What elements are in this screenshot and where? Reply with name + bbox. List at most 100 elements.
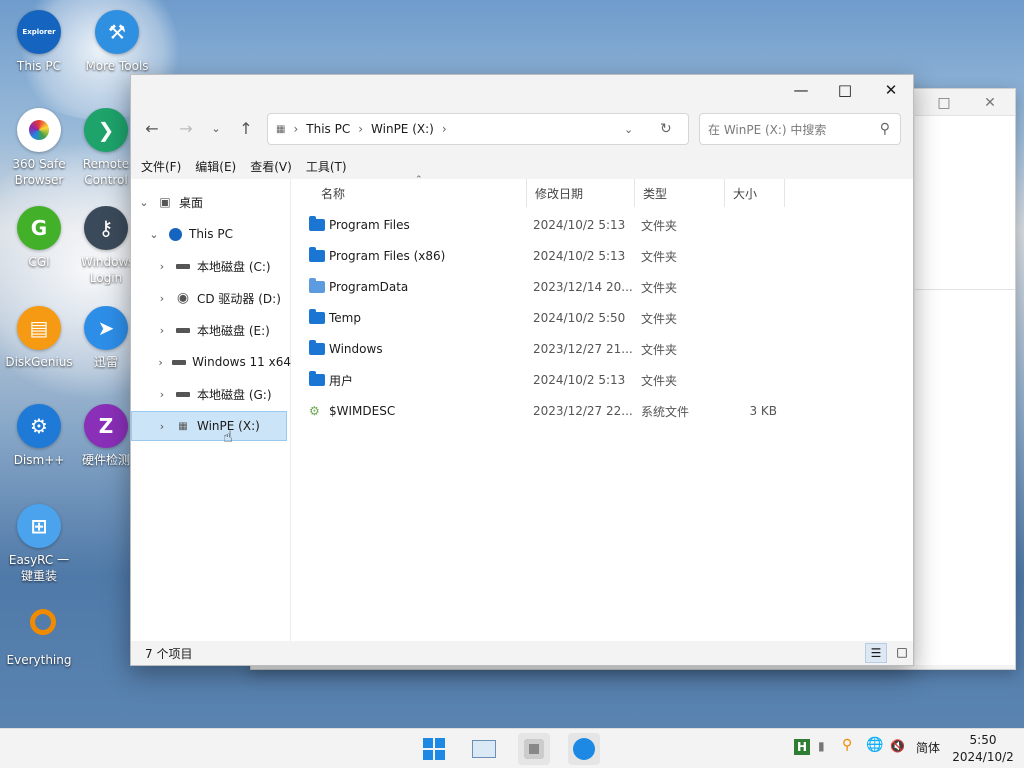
chevron-right-icon[interactable]: › bbox=[155, 260, 169, 273]
menu-file[interactable]: 文件(F) bbox=[141, 158, 181, 175]
column-header-type[interactable]: 类型 bbox=[635, 179, 725, 207]
tree-item-label: CD 驱动器 (D:) bbox=[197, 291, 281, 306]
back-button[interactable]: ← bbox=[139, 117, 165, 141]
search-placeholder: 在 WinPE (X:) 中搜索 bbox=[708, 122, 827, 137]
tree-item-drive-g[interactable]: › 本地磁盘 (G:) bbox=[131, 379, 291, 409]
browser-icon bbox=[17, 108, 61, 152]
tree-item-drive-x[interactable]: › ▦ WinPE (X:) bbox=[131, 411, 287, 441]
navigation-bar: ← → ⌄ ↑ ▦ › This PC › WinPE (X:) › ⌄ ↻ 在… bbox=[131, 105, 913, 153]
file-row[interactable]: Windows 2023/12/27 21... 文件夹 bbox=[303, 335, 903, 363]
easyrc-icon: ⊞ bbox=[17, 504, 61, 548]
details-view-icon[interactable]: ☰ bbox=[865, 643, 887, 663]
chevron-down-icon[interactable]: ⌄ bbox=[137, 196, 151, 209]
column-header-name[interactable]: 名称 bbox=[313, 179, 527, 207]
file-row[interactable]: ProgramData 2023/12/14 20... 文件夹 bbox=[303, 273, 903, 301]
up-button[interactable]: ↑ bbox=[233, 117, 259, 141]
forward-button[interactable]: → bbox=[173, 117, 199, 141]
mouse-cursor-icon: ☝ bbox=[223, 427, 233, 446]
tiles-view-icon[interactable]: □ bbox=[891, 643, 913, 663]
refresh-icon[interactable]: ↻ bbox=[660, 121, 672, 137]
file-row[interactable]: Program Files (x86) 2024/10/2 5:13 文件夹 bbox=[303, 242, 903, 270]
breadcrumb-winpe[interactable]: WinPE (X:) bbox=[371, 122, 434, 136]
recent-dropdown-button[interactable]: ⌄ bbox=[203, 117, 229, 141]
tree-item-label: 本地磁盘 (C:) bbox=[197, 259, 271, 274]
desktop-icon-hardware[interactable]: Z 硬件检测 bbox=[81, 404, 131, 468]
taskbar-app-explorer[interactable] bbox=[568, 733, 600, 765]
chevron-down-icon[interactable]: ⌄ bbox=[147, 228, 161, 241]
tree-item-drive-d[interactable]: › ◉ CD 驱动器 (D:) bbox=[131, 283, 291, 313]
desktop-icon-easyrc[interactable]: ⊞ EasyRC 一键重装 bbox=[3, 504, 75, 584]
chevron-right-icon[interactable]: › bbox=[155, 292, 169, 305]
menu-bar: 文件(F) 编辑(E) 查看(V) 工具(T) bbox=[131, 153, 913, 179]
desktop-icon-windows-login[interactable]: ⚷ Windows Login bbox=[81, 206, 131, 286]
title-bar[interactable]: — □ ✕ bbox=[131, 75, 913, 105]
desktop-icon-cgi[interactable]: G CGI bbox=[3, 206, 75, 270]
folder-icon bbox=[309, 309, 325, 324]
desktop-icon-remote-control[interactable]: ❯ Remote Control bbox=[81, 108, 131, 188]
close-button[interactable]: ✕ bbox=[871, 79, 911, 101]
file-row[interactable]: Program Files 2024/10/2 5:13 文件夹 bbox=[303, 211, 903, 239]
tray-note-icon[interactable]: ▮ bbox=[818, 739, 825, 753]
folder-icon bbox=[309, 371, 325, 386]
desktop-icon-diskgenius[interactable]: ▤ DiskGenius bbox=[3, 306, 75, 370]
tree-item-drive-c[interactable]: › 本地磁盘 (C:) bbox=[131, 251, 291, 281]
file-row[interactable]: 用户 2024/10/2 5:13 文件夹 bbox=[303, 366, 903, 394]
chevron-right-icon[interactable]: › bbox=[155, 356, 166, 369]
folder-icon bbox=[309, 216, 325, 231]
maximize-icon[interactable]: □ bbox=[931, 95, 957, 115]
menu-view[interactable]: 查看(V) bbox=[250, 158, 292, 175]
ime-indicator[interactable]: 简体 bbox=[916, 739, 940, 756]
file-row[interactable]: ⚙ $WIMDESC 2023/12/27 22... 系统文件 3 KB bbox=[303, 397, 903, 425]
desktop-icon-more-tools[interactable]: ⚒ More Tools bbox=[81, 10, 153, 74]
status-bar: 7 个项目 ☰ □ bbox=[131, 641, 913, 665]
menu-edit[interactable]: 编辑(E) bbox=[195, 158, 236, 175]
drive-icon: ▦ bbox=[276, 123, 286, 135]
explorer-window[interactable]: — □ ✕ ← → ⌄ ↑ ▦ › This PC › WinPE (X:) ›… bbox=[130, 74, 914, 666]
chevron-right-icon[interactable]: › bbox=[155, 388, 169, 401]
taskbar-app-disk[interactable] bbox=[518, 733, 550, 765]
tray-network-icon[interactable]: 🌐 bbox=[866, 737, 883, 753]
desktop-icon-xunlei[interactable]: ➤ 迅雷 bbox=[81, 306, 131, 370]
tray-h-icon[interactable]: H bbox=[794, 739, 810, 755]
close-icon[interactable]: ✕ bbox=[977, 95, 1003, 115]
magnifier-icon bbox=[17, 604, 61, 648]
pc-icon bbox=[167, 227, 183, 241]
tree-item-this-pc[interactable]: ⌄ This PC bbox=[131, 219, 291, 249]
item-count: 7 个项目 bbox=[145, 646, 193, 661]
tree-item-drive-e[interactable]: › 本地磁盘 (E:) bbox=[131, 315, 291, 345]
tray-search-icon[interactable]: ⚲ bbox=[842, 737, 852, 753]
chevron-right-icon[interactable]: › bbox=[155, 324, 169, 337]
column-header-date[interactable]: 修改日期 bbox=[527, 179, 635, 207]
tree-item-drive-f[interactable]: › Windows 11 x64 bbox=[131, 347, 291, 377]
minimize-button[interactable]: — bbox=[781, 79, 821, 101]
column-header-size[interactable]: 大小 bbox=[725, 179, 785, 207]
breadcrumb-this-pc[interactable]: This PC bbox=[306, 122, 350, 136]
tree-item-label: 本地磁盘 (E:) bbox=[197, 323, 270, 338]
address-bar[interactable]: ▦ › This PC › WinPE (X:) › ⌄ ↻ bbox=[267, 113, 689, 145]
clock[interactable]: 5:50 2024/10/2 bbox=[950, 732, 1016, 766]
drive-icon bbox=[175, 259, 191, 273]
clock-time: 5:50 bbox=[969, 733, 997, 747]
maximize-button[interactable]: □ bbox=[825, 79, 865, 101]
desktop-icon-dism[interactable]: ⚙ Dism++ bbox=[3, 404, 75, 468]
desktop-icon-360-browser[interactable]: 360 Safe Browser bbox=[3, 108, 75, 188]
start-button[interactable] bbox=[418, 733, 450, 765]
breadcrumb-separator: › bbox=[293, 122, 299, 136]
address-dropdown-icon[interactable]: ⌄ bbox=[624, 123, 633, 136]
file-row[interactable]: Temp 2024/10/2 5:50 文件夹 bbox=[303, 304, 903, 332]
hardware-check-icon: Z bbox=[84, 404, 128, 448]
menu-tools[interactable]: 工具(T) bbox=[306, 158, 347, 175]
chevron-right-icon[interactable]: › bbox=[155, 420, 169, 433]
tree-item-desktop[interactable]: ⌄ ▣ 桌面 bbox=[131, 187, 291, 217]
navigation-pane: ⌄ ▣ 桌面 ⌄ This PC › 本地磁盘 (C:) › ◉ CD 驱动器 … bbox=[131, 179, 291, 643]
search-input[interactable]: 在 WinPE (X:) 中搜索 ⚲ bbox=[699, 113, 901, 145]
desktop-icon-this-pc[interactable]: Explorer This PC bbox=[3, 10, 75, 74]
taskbar-app-photo[interactable] bbox=[468, 733, 500, 765]
winpe-drive-icon: ▦ bbox=[178, 420, 188, 432]
tray-volume-muted-icon[interactable]: 🔇 bbox=[890, 739, 905, 753]
cgi-icon: G bbox=[17, 206, 61, 250]
folder-icon bbox=[309, 278, 325, 293]
file-list: ⌃ 名称 修改日期 类型 大小 Program Files 2024/10/2 … bbox=[291, 175, 913, 643]
system-file-icon: ⚙ bbox=[309, 404, 320, 418]
desktop-icon-everything[interactable]: Everything bbox=[3, 604, 75, 668]
